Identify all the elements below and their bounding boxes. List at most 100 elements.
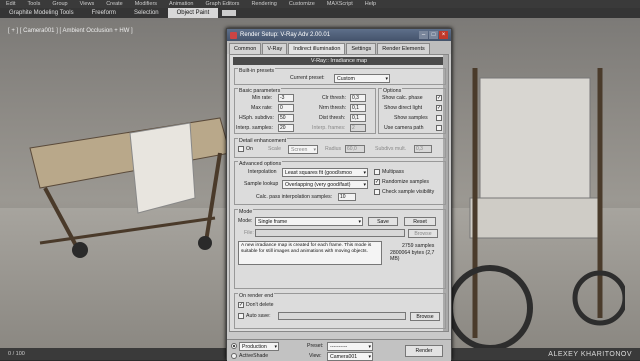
menu-item[interactable]: Views xyxy=(74,0,101,8)
show-direct-checkbox[interactable]: ✓ xyxy=(436,105,442,111)
mode-label: Mode: xyxy=(238,218,253,224)
sample-lookup-select[interactable]: Overlapping (very good/fast) xyxy=(282,180,368,189)
close-icon[interactable]: × xyxy=(439,31,448,39)
menu-item[interactable]: Animation xyxy=(163,0,199,8)
use-camera-checkbox[interactable] xyxy=(436,125,442,131)
tab-common[interactable]: Common xyxy=(229,43,262,54)
ribbon: Graphite Modeling Tools Freeform Selecti… xyxy=(0,8,640,18)
auto-save-path[interactable] xyxy=(278,312,406,320)
current-preset-select[interactable]: Custom xyxy=(334,74,390,83)
tab-settings[interactable]: Settings xyxy=(346,43,377,54)
show-calc-checkbox[interactable]: ✓ xyxy=(436,95,442,101)
viewport-label[interactable]: [ + ] [ Camera001 ] [ Ambient Occlusion … xyxy=(8,28,133,34)
hsph-subdivs-input[interactable]: 50 xyxy=(278,114,294,122)
irradiance-map-pane: V-Ray:: Irradiance map Built-in presets … xyxy=(229,54,449,332)
stretcher-model xyxy=(29,117,231,258)
mode-description: A new irradiance map is created for each… xyxy=(238,241,382,265)
clr-thresh-input[interactable]: 0,3 xyxy=(350,94,366,102)
dialog-tabs: Common V-Ray Indirect illumination Setti… xyxy=(227,41,451,54)
auto-save-checkbox[interactable] xyxy=(238,313,244,319)
group-title: Mode xyxy=(238,209,254,215)
menu-item[interactable]: Create xyxy=(100,0,129,8)
use-camera-label: Use camera path xyxy=(384,125,424,131)
group-title: Built-in presets xyxy=(238,68,276,74)
render-end-group: On render end xyxy=(234,293,446,329)
ribbon-options-button[interactable] xyxy=(222,10,237,16)
menu-item[interactable]: MAXScript xyxy=(321,0,359,8)
group-title: Basic parameters xyxy=(238,88,282,94)
group-title: On render end xyxy=(238,293,275,299)
interp-samples-input[interactable]: 20 xyxy=(278,124,294,132)
tab-render-elements[interactable]: Render Elements xyxy=(377,43,430,54)
group-title: Advanced options xyxy=(238,161,283,167)
menu-item[interactable]: Help xyxy=(359,0,382,8)
group-title: Detail enhancement xyxy=(238,138,288,144)
menu-item[interactable]: Group xyxy=(46,0,73,8)
group-title: Options xyxy=(382,88,403,94)
ribbon-tab-graphite[interactable]: Graphite Modeling Tools xyxy=(0,8,83,18)
activeshade-radio[interactable] xyxy=(231,353,237,359)
multipass-label: Multipass xyxy=(382,169,404,175)
menu-item[interactable]: Rendering xyxy=(245,0,282,8)
menu-item[interactable]: Customize xyxy=(283,0,321,8)
dist-thresh-label: Dist thresh: xyxy=(319,115,346,121)
auto-save-browse-button[interactable]: Browse xyxy=(410,312,440,321)
mode-select[interactable]: Single frame xyxy=(255,217,363,226)
render-button[interactable]: Render xyxy=(405,345,443,357)
min-rate-input[interactable]: -3 xyxy=(278,94,294,102)
ribbon-tab-selection[interactable]: Selection xyxy=(125,8,168,18)
randomize-label: Randomize samples xyxy=(382,179,429,185)
rollout-header[interactable]: V-Ray:: Irradiance map xyxy=(233,57,445,65)
menu-item[interactable]: Graph Editors xyxy=(200,0,246,8)
max-rate-input[interactable]: 0 xyxy=(278,104,294,112)
interp-frames-label: Interp. frames: xyxy=(312,125,346,131)
file-browse-button[interactable]: Browse xyxy=(408,229,438,238)
save-button[interactable]: Save xyxy=(368,217,398,226)
time-slider[interactable]: 0 / 100 xyxy=(8,351,25,357)
maximize-icon[interactable]: □ xyxy=(429,31,438,39)
production-select[interactable]: Production xyxy=(239,342,279,351)
menu-item[interactable]: Edit xyxy=(0,0,21,8)
show-samples-checkbox[interactable] xyxy=(436,115,442,121)
interpolation-label: Interpolation xyxy=(248,169,277,175)
ribbon-tab-freeform[interactable]: Freeform xyxy=(83,8,125,18)
nrm-thresh-label: Nrm thresh: xyxy=(319,105,347,111)
detail-subdivs-input[interactable]: 0,3 xyxy=(414,145,432,153)
dont-delete-label: Don't delete xyxy=(246,302,274,308)
wheelchair-model xyxy=(450,68,625,348)
ribbon-tab-object-paint[interactable]: Object Paint xyxy=(167,8,219,18)
tab-indirect-illumination[interactable]: Indirect illumination xyxy=(288,43,346,54)
preset-select[interactable]: ---------- xyxy=(327,342,373,351)
detail-scale-select[interactable]: Screen xyxy=(288,145,318,154)
menu-item[interactable]: Tools xyxy=(21,0,46,8)
detail-radius-input[interactable]: 60,0 xyxy=(345,145,365,153)
reset-button[interactable]: Reset xyxy=(404,217,436,226)
dialog-title: Render Setup: V-Ray Adv 2.00.01 xyxy=(240,32,331,38)
detail-on-checkbox[interactable] xyxy=(238,146,244,152)
nrm-thresh-input[interactable]: 0,1 xyxy=(350,104,366,112)
min-rate-label: Min rate: xyxy=(252,95,273,101)
production-radio[interactable] xyxy=(231,343,237,349)
render-setup-dialog: Render Setup: V-Ray Adv 2.00.01 – □ × Co… xyxy=(226,28,452,361)
check-visibility-label: Check sample visibility xyxy=(382,189,435,195)
check-visibility-checkbox[interactable] xyxy=(374,189,380,195)
dont-delete-checkbox[interactable]: ✓ xyxy=(238,302,244,308)
show-direct-label: Show direct light xyxy=(384,105,423,111)
author-credit: ALEXEY KHARITONOV xyxy=(548,350,632,358)
randomize-checkbox[interactable]: ✓ xyxy=(374,179,380,185)
interpolation-select[interactable]: Least squares fit (good/smoo xyxy=(282,168,368,177)
interp-frames-input[interactable]: 2 xyxy=(350,124,366,132)
multipass-checkbox[interactable] xyxy=(374,169,380,175)
calc-pass-input[interactable]: 10 xyxy=(338,193,356,201)
file-path-input[interactable] xyxy=(255,229,405,237)
menu-item[interactable]: Modifiers xyxy=(129,0,163,8)
current-preset-label: Current preset: xyxy=(290,75,325,81)
tab-vray[interactable]: V-Ray xyxy=(262,43,288,54)
minimize-icon[interactable]: – xyxy=(419,31,428,39)
sample-lookup-label: Sample lookup xyxy=(244,181,279,187)
detail-on-label: On xyxy=(246,146,253,152)
max-rate-label: Max rate: xyxy=(251,105,273,111)
dialog-titlebar[interactable]: Render Setup: V-Ray Adv 2.00.01 – □ × xyxy=(227,29,451,41)
show-samples-label: Show samples xyxy=(394,115,428,121)
dist-thresh-input[interactable]: 0,1 xyxy=(350,114,366,122)
